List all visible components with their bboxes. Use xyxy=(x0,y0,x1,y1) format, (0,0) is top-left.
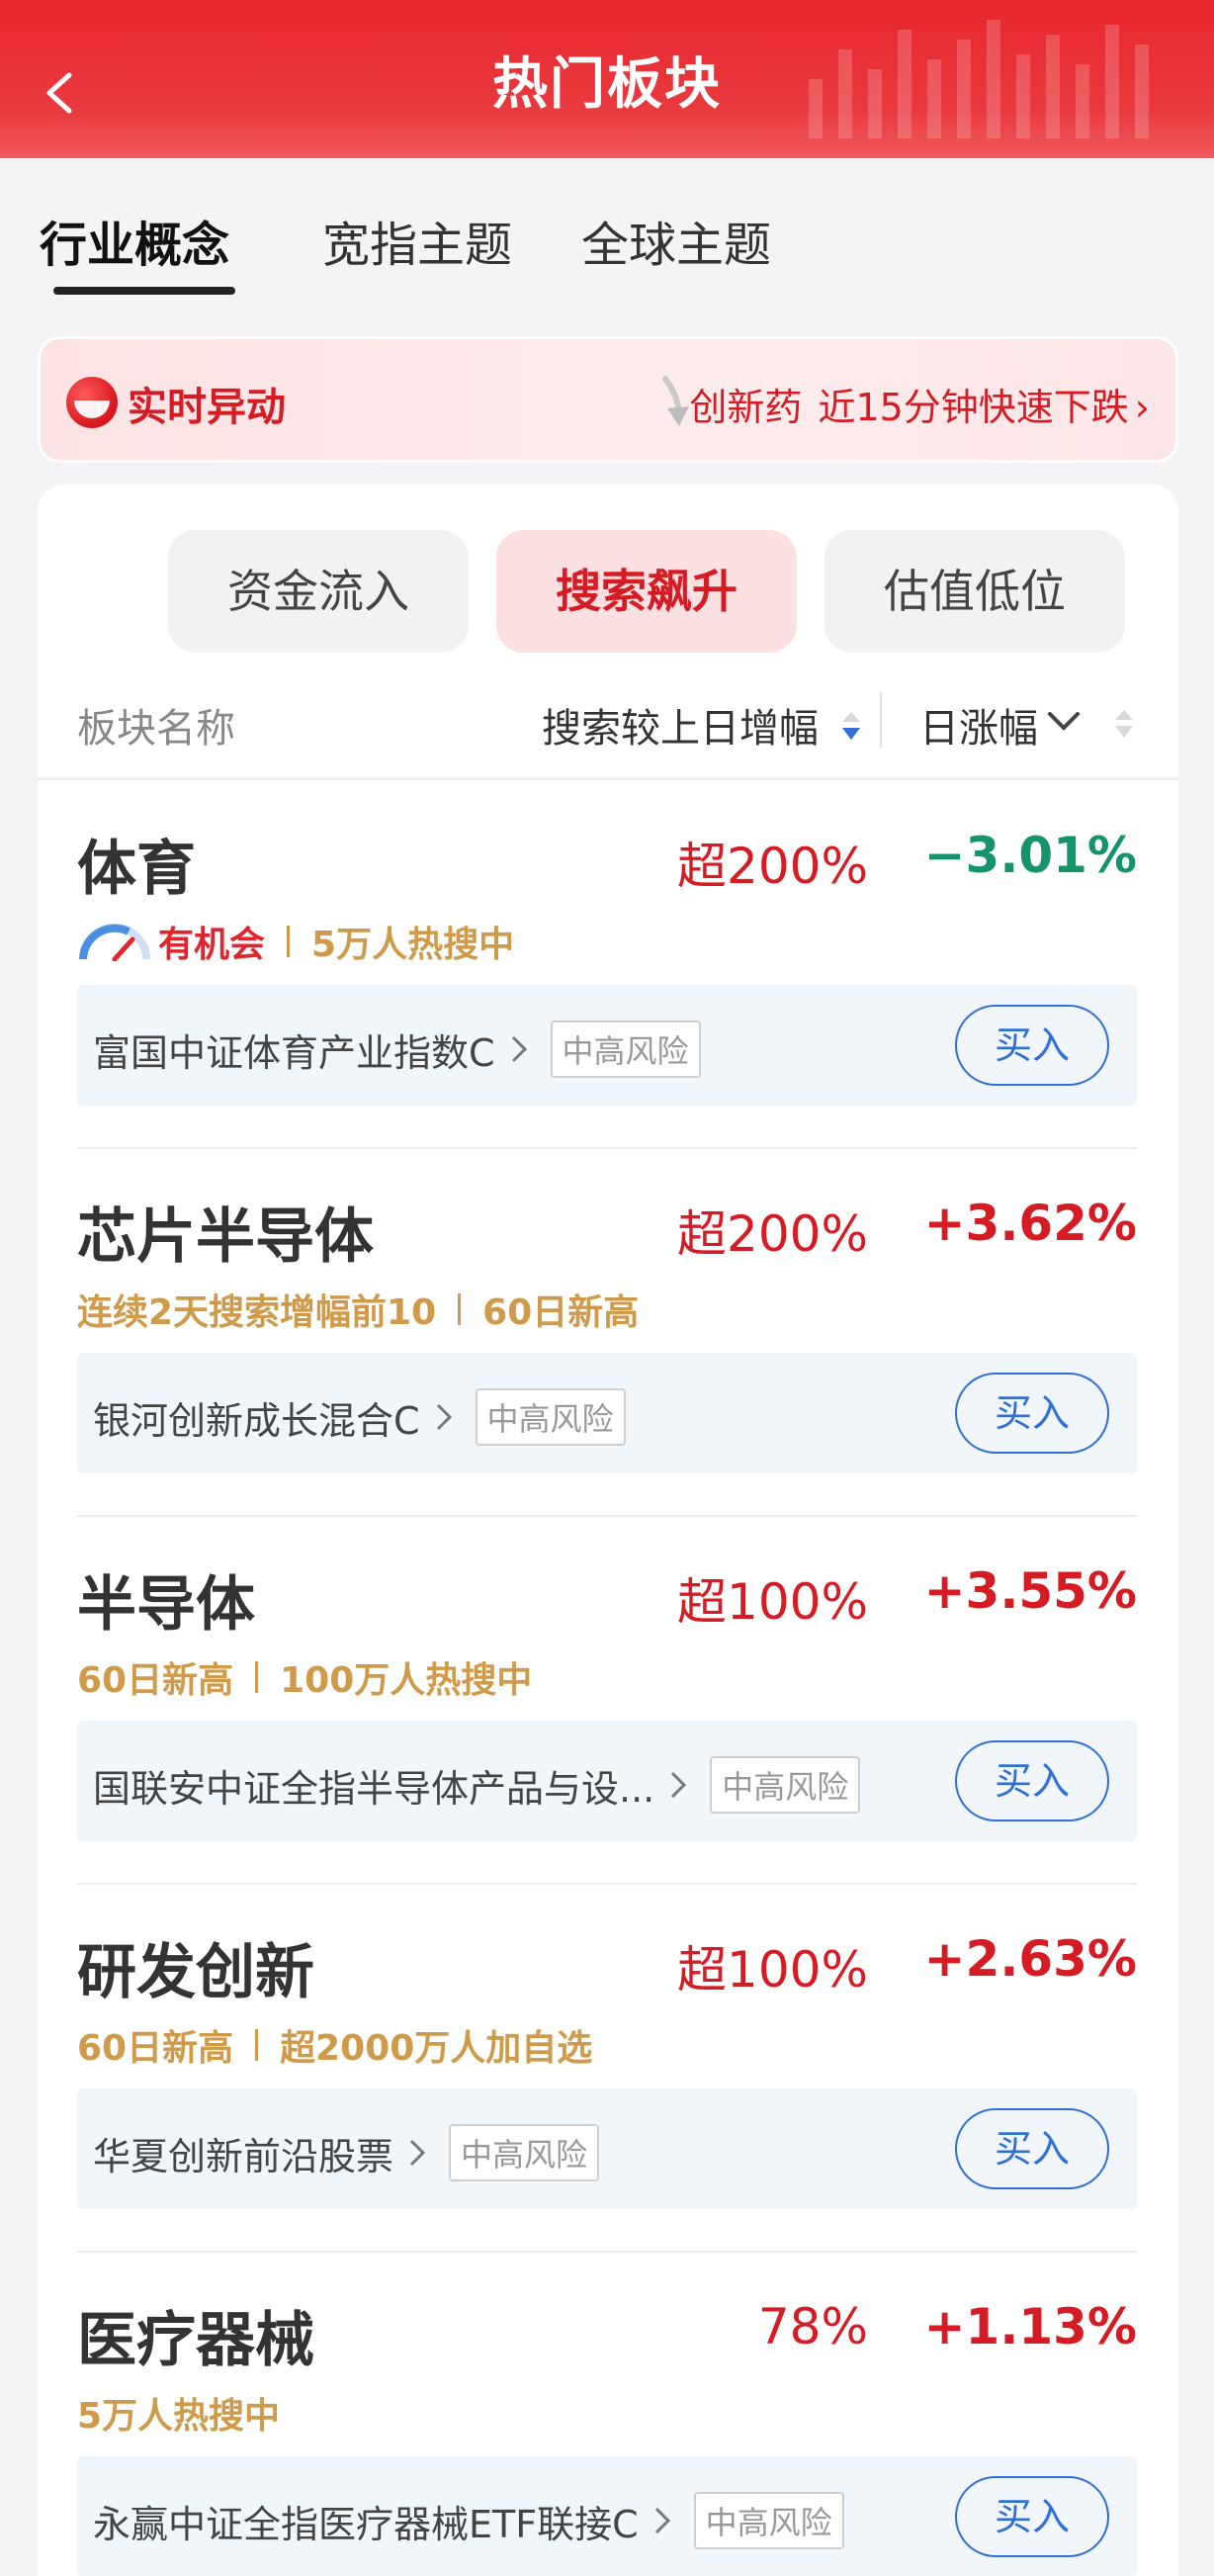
sector-name: 芯片半导体 xyxy=(77,1202,374,1272)
daily-change-value: +1.13% xyxy=(923,2298,1137,2355)
sort-icon[interactable] xyxy=(838,708,864,744)
tag-separator xyxy=(255,2029,259,2061)
sector-row[interactable]: 研发创新 超100% +2.63% 60日新高 超2000万人加自选 华夏创新前… xyxy=(77,1885,1137,2253)
tag: 连续2天搜索增幅前10 xyxy=(77,1292,437,1333)
opportunity-label: 有机会 xyxy=(158,925,266,965)
col-sector-name: 板块名称 xyxy=(77,706,235,752)
search-increase-value: 超100% xyxy=(677,1941,868,1999)
sector-row[interactable]: 半导体 超100% +3.55% 60日新高 100万人热搜中 国联安中证全指半… xyxy=(77,1517,1137,1885)
sector-name: 半导体 xyxy=(77,1570,255,1640)
tag: 60日新高 xyxy=(77,2028,234,2069)
sector-name: 研发创新 xyxy=(77,1938,314,2007)
search-increase-value: 超100% xyxy=(677,1573,868,1631)
filter-low-valuation[interactable]: 估值低位 xyxy=(824,530,1125,653)
fund-recommendation[interactable]: 国联安中证全指半导体产品与设... 中高风险 买入 xyxy=(77,1721,1137,1841)
alert-text: 近15分钟快速下跌 xyxy=(818,386,1129,429)
daily-change-value: −3.01% xyxy=(923,827,1137,884)
sector-row[interactable]: 医疗器械 78% +1.13% 5万人热搜中 永赢中证全指医疗器械ETF联接C … xyxy=(77,2253,1137,2576)
sort-icon[interactable] xyxy=(1111,706,1137,742)
tab-global-theme[interactable]: 全球主题 xyxy=(581,206,771,275)
column-divider xyxy=(880,692,882,748)
tag: 5万人热搜中 xyxy=(311,925,515,965)
fund-recommendation[interactable]: 富国中证体育产业指数C 中高风险 买入 xyxy=(77,985,1137,1106)
sector-tags: 60日新高 超2000万人加自选 xyxy=(77,2019,592,2071)
fund-name[interactable]: 银河创新成长混合C xyxy=(93,1390,420,1445)
buy-button[interactable]: 买入 xyxy=(955,1373,1109,1454)
tag-separator xyxy=(458,1293,462,1325)
search-increase-value: 超200% xyxy=(677,838,868,895)
sector-tags: 有机会 5万人热搜中 xyxy=(77,916,514,967)
alert-tag: 实时异动 xyxy=(128,385,286,430)
chevron-right-icon xyxy=(671,1771,687,1799)
fund-name[interactable]: 华夏创新前沿股票 xyxy=(93,2126,393,2180)
tab-broad-index[interactable]: 宽指主题 xyxy=(322,206,512,275)
chevron-right-icon xyxy=(436,1403,452,1431)
risk-badge: 中高风险 xyxy=(449,2124,600,2181)
chevron-right-icon: › xyxy=(1134,386,1150,429)
category-tabs: 行业概念 宽指主题 全球主题 xyxy=(40,198,1176,297)
filter-search-surge[interactable]: 搜索飙升 xyxy=(496,530,797,653)
risk-badge: 中高风险 xyxy=(475,1388,626,1446)
risk-badge: 中高风险 xyxy=(693,2492,844,2549)
fund-info: 永赢中证全指医疗器械ETF联接C 中高风险 xyxy=(93,2492,844,2549)
fund-info: 华夏创新前沿股票 中高风险 xyxy=(93,2124,600,2181)
filter-pills: 资金流入 搜索飙升 估值低位 xyxy=(77,530,1137,653)
alert-sector: 创新药 xyxy=(689,386,803,429)
realtime-alert-banner[interactable]: 实时异动 创新药 近15分钟快速下跌 › xyxy=(38,336,1178,463)
col-daily-change[interactable]: 日涨幅 xyxy=(919,696,1038,754)
chevron-right-icon xyxy=(511,1035,527,1063)
sector-row[interactable]: 芯片半导体 超200% +3.62% 连续2天搜索增幅前10 60日新高 银河创… xyxy=(77,1149,1137,1517)
tag: 5万人热搜中 xyxy=(77,2396,281,2437)
tag-separator xyxy=(287,926,291,957)
column-header: 板块名称 搜索较上日增幅 日涨幅 xyxy=(77,686,1137,757)
tag: 超2000万人加自选 xyxy=(280,2028,593,2069)
buy-button[interactable]: 买入 xyxy=(955,2108,1109,2189)
risk-badge: 中高风险 xyxy=(710,1756,861,1814)
chevron-right-icon xyxy=(409,2139,426,2167)
filter-scroll-edge xyxy=(77,530,107,653)
alert-logo-icon xyxy=(66,377,118,428)
active-tab-indicator xyxy=(53,287,235,295)
chevron-right-icon xyxy=(654,2507,670,2534)
daily-change-value: +2.63% xyxy=(923,1930,1137,1988)
chevron-down-icon[interactable] xyxy=(1046,710,1082,734)
daily-change-value: +3.62% xyxy=(923,1195,1137,1252)
fund-recommendation[interactable]: 永赢中证全指医疗器械ETF联接C 中高风险 买入 xyxy=(77,2456,1137,2576)
fund-name[interactable]: 永赢中证全指医疗器械ETF联接C xyxy=(93,2494,639,2548)
page-title: 热门板块 xyxy=(492,52,722,117)
fund-recommendation[interactable]: 银河创新成长混合C 中高风险 买入 xyxy=(77,1353,1137,1473)
sector-tags: 连续2天搜索增幅前10 60日新高 xyxy=(77,1284,639,1335)
sector-name: 医疗器械 xyxy=(77,2306,314,2375)
search-increase-value: 78% xyxy=(757,2298,868,2355)
tag: 100万人热搜中 xyxy=(280,1660,533,1701)
buy-button[interactable]: 买入 xyxy=(955,2476,1109,2557)
sector-tags: 5万人热搜中 xyxy=(77,2387,280,2439)
fund-info: 银河创新成长混合C 中高风险 xyxy=(93,1388,626,1446)
buy-button[interactable]: 买入 xyxy=(955,1740,1109,1821)
gauge-icon xyxy=(79,924,150,961)
tag: 60日新高 xyxy=(77,1660,234,1701)
fund-name[interactable]: 国联安中证全指半导体产品与设... xyxy=(93,1758,654,1813)
fund-name[interactable]: 富国中证体育产业指数C xyxy=(93,1022,495,1077)
sector-name: 体育 xyxy=(77,835,196,904)
fund-recommendation[interactable]: 华夏创新前沿股票 中高风险 买入 xyxy=(77,2088,1137,2209)
search-increase-value: 超200% xyxy=(677,1205,868,1263)
header: 热门板块 xyxy=(0,0,1214,158)
fund-info: 国联安中证全指半导体产品与设... 中高风险 xyxy=(93,1756,861,1814)
tag: 60日新高 xyxy=(482,1292,640,1333)
col-search-increase[interactable]: 搜索较上日增幅 xyxy=(542,696,819,754)
header-divider xyxy=(38,777,1178,780)
risk-badge: 中高风险 xyxy=(550,1021,701,1078)
sector-row[interactable]: 体育 超200% −3.01% 有机会 5万人热搜中 富国中证体育产业指数C 中… xyxy=(77,781,1137,1149)
filter-capital-inflow[interactable]: 资金流入 xyxy=(168,530,469,653)
daily-change-value: +3.55% xyxy=(923,1562,1137,1620)
fund-info: 富国中证体育产业指数C 中高风险 xyxy=(93,1021,701,1078)
buy-button[interactable]: 买入 xyxy=(955,1005,1109,1086)
tab-industry-concept[interactable]: 行业概念 xyxy=(40,206,229,275)
tag-separator xyxy=(255,1661,259,1693)
sector-list-card: 资金流入 搜索飙升 估值低位 板块名称 搜索较上日增幅 日涨幅 体育 超200%… xyxy=(38,485,1178,2576)
alert-message: 创新药 近15分钟快速下跌 › xyxy=(673,377,1150,431)
sector-tags: 60日新高 100万人热搜中 xyxy=(77,1651,532,1703)
